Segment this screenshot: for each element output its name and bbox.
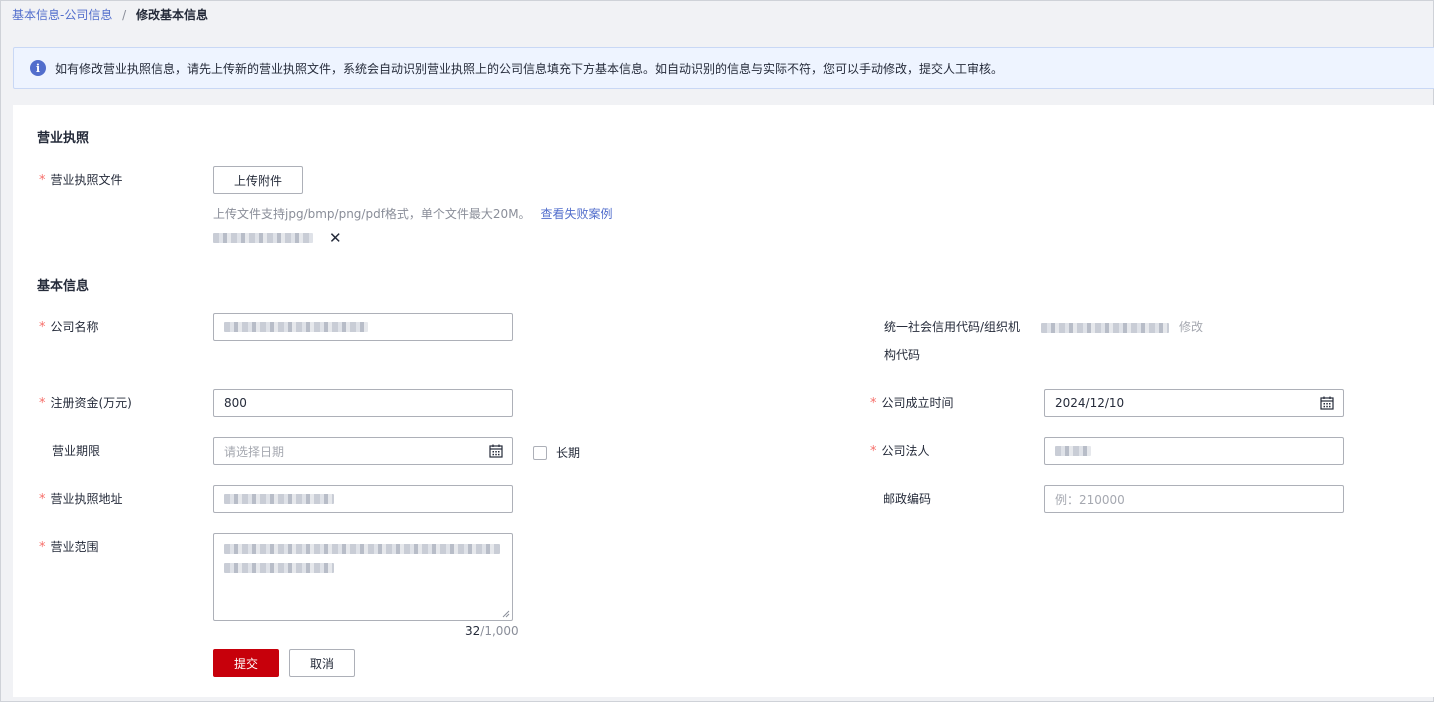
breadcrumb-current: 修改基本信息 xyxy=(136,8,209,22)
long-term-checkbox[interactable]: 长期 xyxy=(533,444,580,461)
business-term-label: 营业期限 xyxy=(39,443,100,459)
business-scope-value-line1 xyxy=(224,544,500,554)
business-term-label-text: 营业期限 xyxy=(52,444,101,458)
legal-person-value xyxy=(1055,446,1091,456)
registered-capital-label-text: 注册资金(万元) xyxy=(50,396,132,410)
credit-code-label-line2: 构代码 xyxy=(884,348,921,362)
business-scope-label: * 营业范围 xyxy=(39,539,99,556)
breadcrumb: 基本信息-公司信息 / 修改基本信息 xyxy=(12,7,208,23)
postal-code-label: 邮政编码 xyxy=(870,491,931,507)
credit-code-value-blur xyxy=(1041,322,1169,333)
license-file-label: * 营业执照文件 xyxy=(39,172,123,189)
established-date-picker[interactable]: 2024/12/10 xyxy=(1044,389,1344,417)
calendar-icon[interactable] xyxy=(489,444,503,458)
form-card: 营业执照 * 营业执照文件 上传附件 上传文件支持jpg/bmp/png/pdf格… xyxy=(13,105,1434,697)
business-scope-char-counter: 32/1,000 xyxy=(465,624,519,638)
business-scope-textarea[interactable] xyxy=(213,533,513,621)
uploaded-file-name xyxy=(213,233,313,243)
required-mark: * xyxy=(39,320,46,335)
basic-section-title: 基本信息 xyxy=(37,279,90,294)
required-mark: * xyxy=(39,492,46,507)
required-mark: * xyxy=(39,173,46,188)
license-address-label-text: 营业执照地址 xyxy=(50,492,123,506)
business-term-placeholder: 请选择日期 xyxy=(224,444,285,459)
submit-button[interactable]: 提交 xyxy=(213,649,279,677)
long-term-checkbox-box[interactable] xyxy=(533,445,547,460)
established-date-label-text: 公司成立时间 xyxy=(881,396,954,410)
calendar-icon[interactable] xyxy=(1320,396,1334,410)
company-name-label-text: 公司名称 xyxy=(50,320,99,334)
view-fail-cases-link[interactable]: 查看失败案例 xyxy=(541,207,613,221)
registered-capital-input[interactable]: 800 xyxy=(213,389,513,417)
registered-capital-label: * 注册资金(万元) xyxy=(39,395,132,412)
license-address-value xyxy=(224,494,334,504)
char-max: /1,000 xyxy=(480,624,519,638)
required-mark: * xyxy=(39,540,46,555)
credit-code-value: 修改 xyxy=(1041,319,1203,335)
business-scope-value-line2 xyxy=(224,563,334,573)
cancel-button[interactable]: 取消 xyxy=(289,649,355,677)
license-address-input[interactable] xyxy=(213,485,513,513)
info-notice: i 如有修改营业执照信息，请先上传新的营业执照文件，系统会自动识别营业执照上的公… xyxy=(13,47,1434,89)
upload-attachment-button[interactable]: 上传附件 xyxy=(213,166,303,194)
credit-code-edit-link[interactable]: 修改 xyxy=(1179,320,1203,334)
established-date-label: * 公司成立时间 xyxy=(870,395,954,412)
credit-code-label-line1: 统一社会信用代码/组织机 xyxy=(884,320,1021,334)
company-name-label: * 公司名称 xyxy=(39,319,99,336)
resize-handle-icon[interactable] xyxy=(502,610,510,618)
company-name-value xyxy=(224,322,368,332)
remove-file-icon[interactable]: ✕ xyxy=(329,231,342,246)
upload-hint: 上传文件支持jpg/bmp/png/pdf格式，单个文件最大20M。 查看失败案例 xyxy=(213,205,613,222)
upload-hint-text: 上传文件支持jpg/bmp/png/pdf格式，单个文件最大20M。 xyxy=(213,207,531,221)
company-name-input[interactable] xyxy=(213,313,513,341)
business-scope-label-text: 营业范围 xyxy=(50,540,99,554)
required-mark: * xyxy=(870,444,877,459)
info-icon: i xyxy=(30,60,46,76)
postal-code-label-text: 邮政编码 xyxy=(883,492,932,506)
license-address-label: * 营业执照地址 xyxy=(39,491,123,508)
legal-person-label-text: 公司法人 xyxy=(881,444,930,458)
required-mark: * xyxy=(870,396,877,411)
credit-code-label: 统一社会信用代码/组织机 xyxy=(884,319,1020,335)
registered-capital-value: 800 xyxy=(224,396,247,410)
notice-text: 如有修改营业执照信息，请先上传新的营业执照文件，系统会自动识别营业执照上的公司信… xyxy=(55,61,1004,76)
breadcrumb-company-info-link[interactable]: 基本信息-公司信息 xyxy=(12,8,112,22)
postal-code-placeholder: 例：210000 xyxy=(1055,492,1125,507)
uploaded-file-item: ✕ xyxy=(213,231,342,246)
business-term-date-picker[interactable]: 请选择日期 xyxy=(213,437,513,465)
char-count: 32 xyxy=(465,624,481,638)
required-mark: * xyxy=(39,396,46,411)
license-section-title: 营业执照 xyxy=(37,131,90,146)
legal-person-label: * 公司法人 xyxy=(870,443,930,460)
established-date-value: 2024/12/10 xyxy=(1055,396,1125,410)
long-term-label: 长期 xyxy=(556,446,581,460)
postal-code-input[interactable]: 例：210000 xyxy=(1044,485,1344,513)
breadcrumb-separator: / xyxy=(122,8,127,22)
license-file-label-text: 营业执照文件 xyxy=(50,173,123,187)
legal-person-input[interactable] xyxy=(1044,437,1344,465)
